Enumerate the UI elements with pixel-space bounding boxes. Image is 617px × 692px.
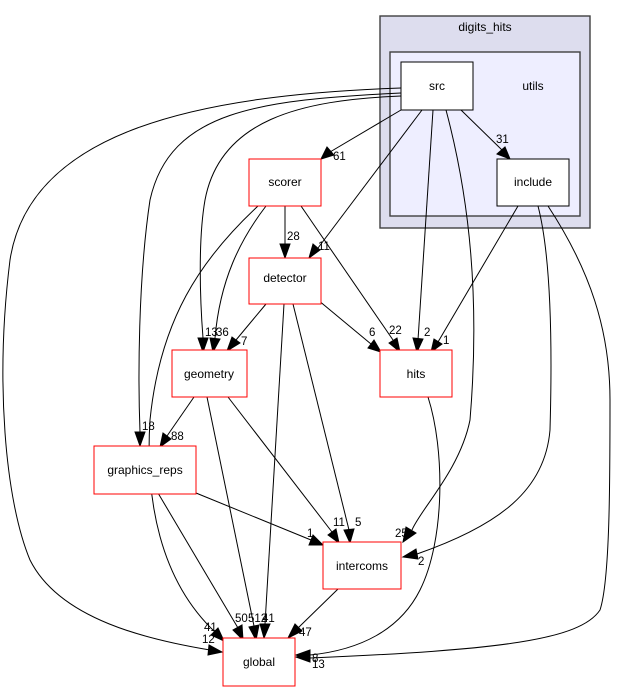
edge-label: 1 bbox=[443, 335, 449, 347]
edge-label: 31 bbox=[496, 134, 509, 146]
cluster-digits-hits-label: digits_hits bbox=[458, 20, 511, 34]
edge-include-global[interactable]: 13 bbox=[294, 205, 611, 671]
edge-label: 25 bbox=[395, 528, 408, 540]
node-hits-label: hits bbox=[407, 367, 426, 381]
edge-label: 36 bbox=[216, 327, 229, 339]
node-hits[interactable]: hits bbox=[379, 349, 453, 398]
node-intercoms[interactable]: intercoms bbox=[322, 541, 402, 590]
edge-detector-hits[interactable]: 6 bbox=[317, 299, 383, 353]
edge-graphics-reps-global[interactable]: 50 bbox=[157, 492, 248, 642]
edge-scorer-global[interactable]: 41 bbox=[148, 205, 259, 643]
edge-detector-geometry[interactable]: 7 bbox=[226, 303, 267, 353]
edge-label: 28 bbox=[287, 231, 300, 243]
edge-label: 2 bbox=[418, 556, 424, 568]
node-global-label: global bbox=[243, 655, 275, 669]
edge-label: 512 bbox=[248, 613, 267, 625]
node-detector-label: detector bbox=[263, 271, 306, 285]
edge-detector-intercoms[interactable]: 5 bbox=[292, 303, 361, 545]
edge-label: 7 bbox=[241, 336, 247, 348]
node-include[interactable]: include bbox=[496, 158, 570, 207]
node-detector[interactable]: detector bbox=[248, 257, 322, 305]
edge-label: 61 bbox=[333, 151, 346, 163]
node-graphics-reps[interactable]: graphics_reps bbox=[93, 445, 197, 495]
edge-label: 50 bbox=[235, 613, 248, 625]
edge-label: 88 bbox=[171, 431, 184, 443]
node-scorer-label: scorer bbox=[268, 175, 301, 189]
edge-label: 18 bbox=[142, 421, 155, 433]
edge-label: 47 bbox=[299, 627, 312, 639]
edge-detector-global[interactable]: 41 bbox=[259, 303, 285, 640]
node-src[interactable]: src bbox=[400, 61, 474, 111]
edge-label: 41 bbox=[204, 622, 217, 634]
edge-label: 5 bbox=[355, 517, 361, 529]
node-intercoms-label: intercoms bbox=[336, 559, 388, 573]
node-include-label: include bbox=[514, 175, 552, 189]
edge-geometry-intercoms[interactable]: 11 bbox=[227, 396, 345, 545]
edge-label: 6 bbox=[369, 327, 375, 339]
node-global[interactable]: global bbox=[222, 637, 296, 687]
edge-label: 8 bbox=[312, 653, 318, 665]
edge-label: 22 bbox=[389, 325, 402, 337]
cluster-utils-label: utils bbox=[522, 79, 543, 93]
node-scorer[interactable]: scorer bbox=[248, 158, 322, 207]
edge-graphics-reps-intercoms[interactable]: 1 bbox=[195, 492, 325, 546]
node-graphics-reps-label: graphics_reps bbox=[107, 463, 182, 477]
edge-label: 11 bbox=[333, 517, 345, 529]
edge-src-geometry[interactable]: 13 bbox=[197, 95, 402, 354]
edge-label: 11 bbox=[318, 241, 330, 253]
edge-intercoms-global[interactable]: 47 bbox=[286, 588, 339, 640]
edge-hits-global[interactable]: 8 bbox=[294, 396, 441, 665]
edge-geometry-graphics-reps[interactable]: 88 bbox=[159, 396, 195, 449]
node-geometry-label: geometry bbox=[184, 367, 234, 381]
edge-label: 1 bbox=[307, 528, 313, 540]
edge-scorer-detector[interactable]: 28 bbox=[279, 206, 300, 260]
node-src-label: src bbox=[429, 79, 445, 93]
edge-label: 2 bbox=[424, 327, 430, 339]
dependency-graph: digits_hits utils 31 61 11 2 25 13 18 12… bbox=[2, 15, 611, 687]
node-geometry[interactable]: geometry bbox=[171, 349, 248, 398]
